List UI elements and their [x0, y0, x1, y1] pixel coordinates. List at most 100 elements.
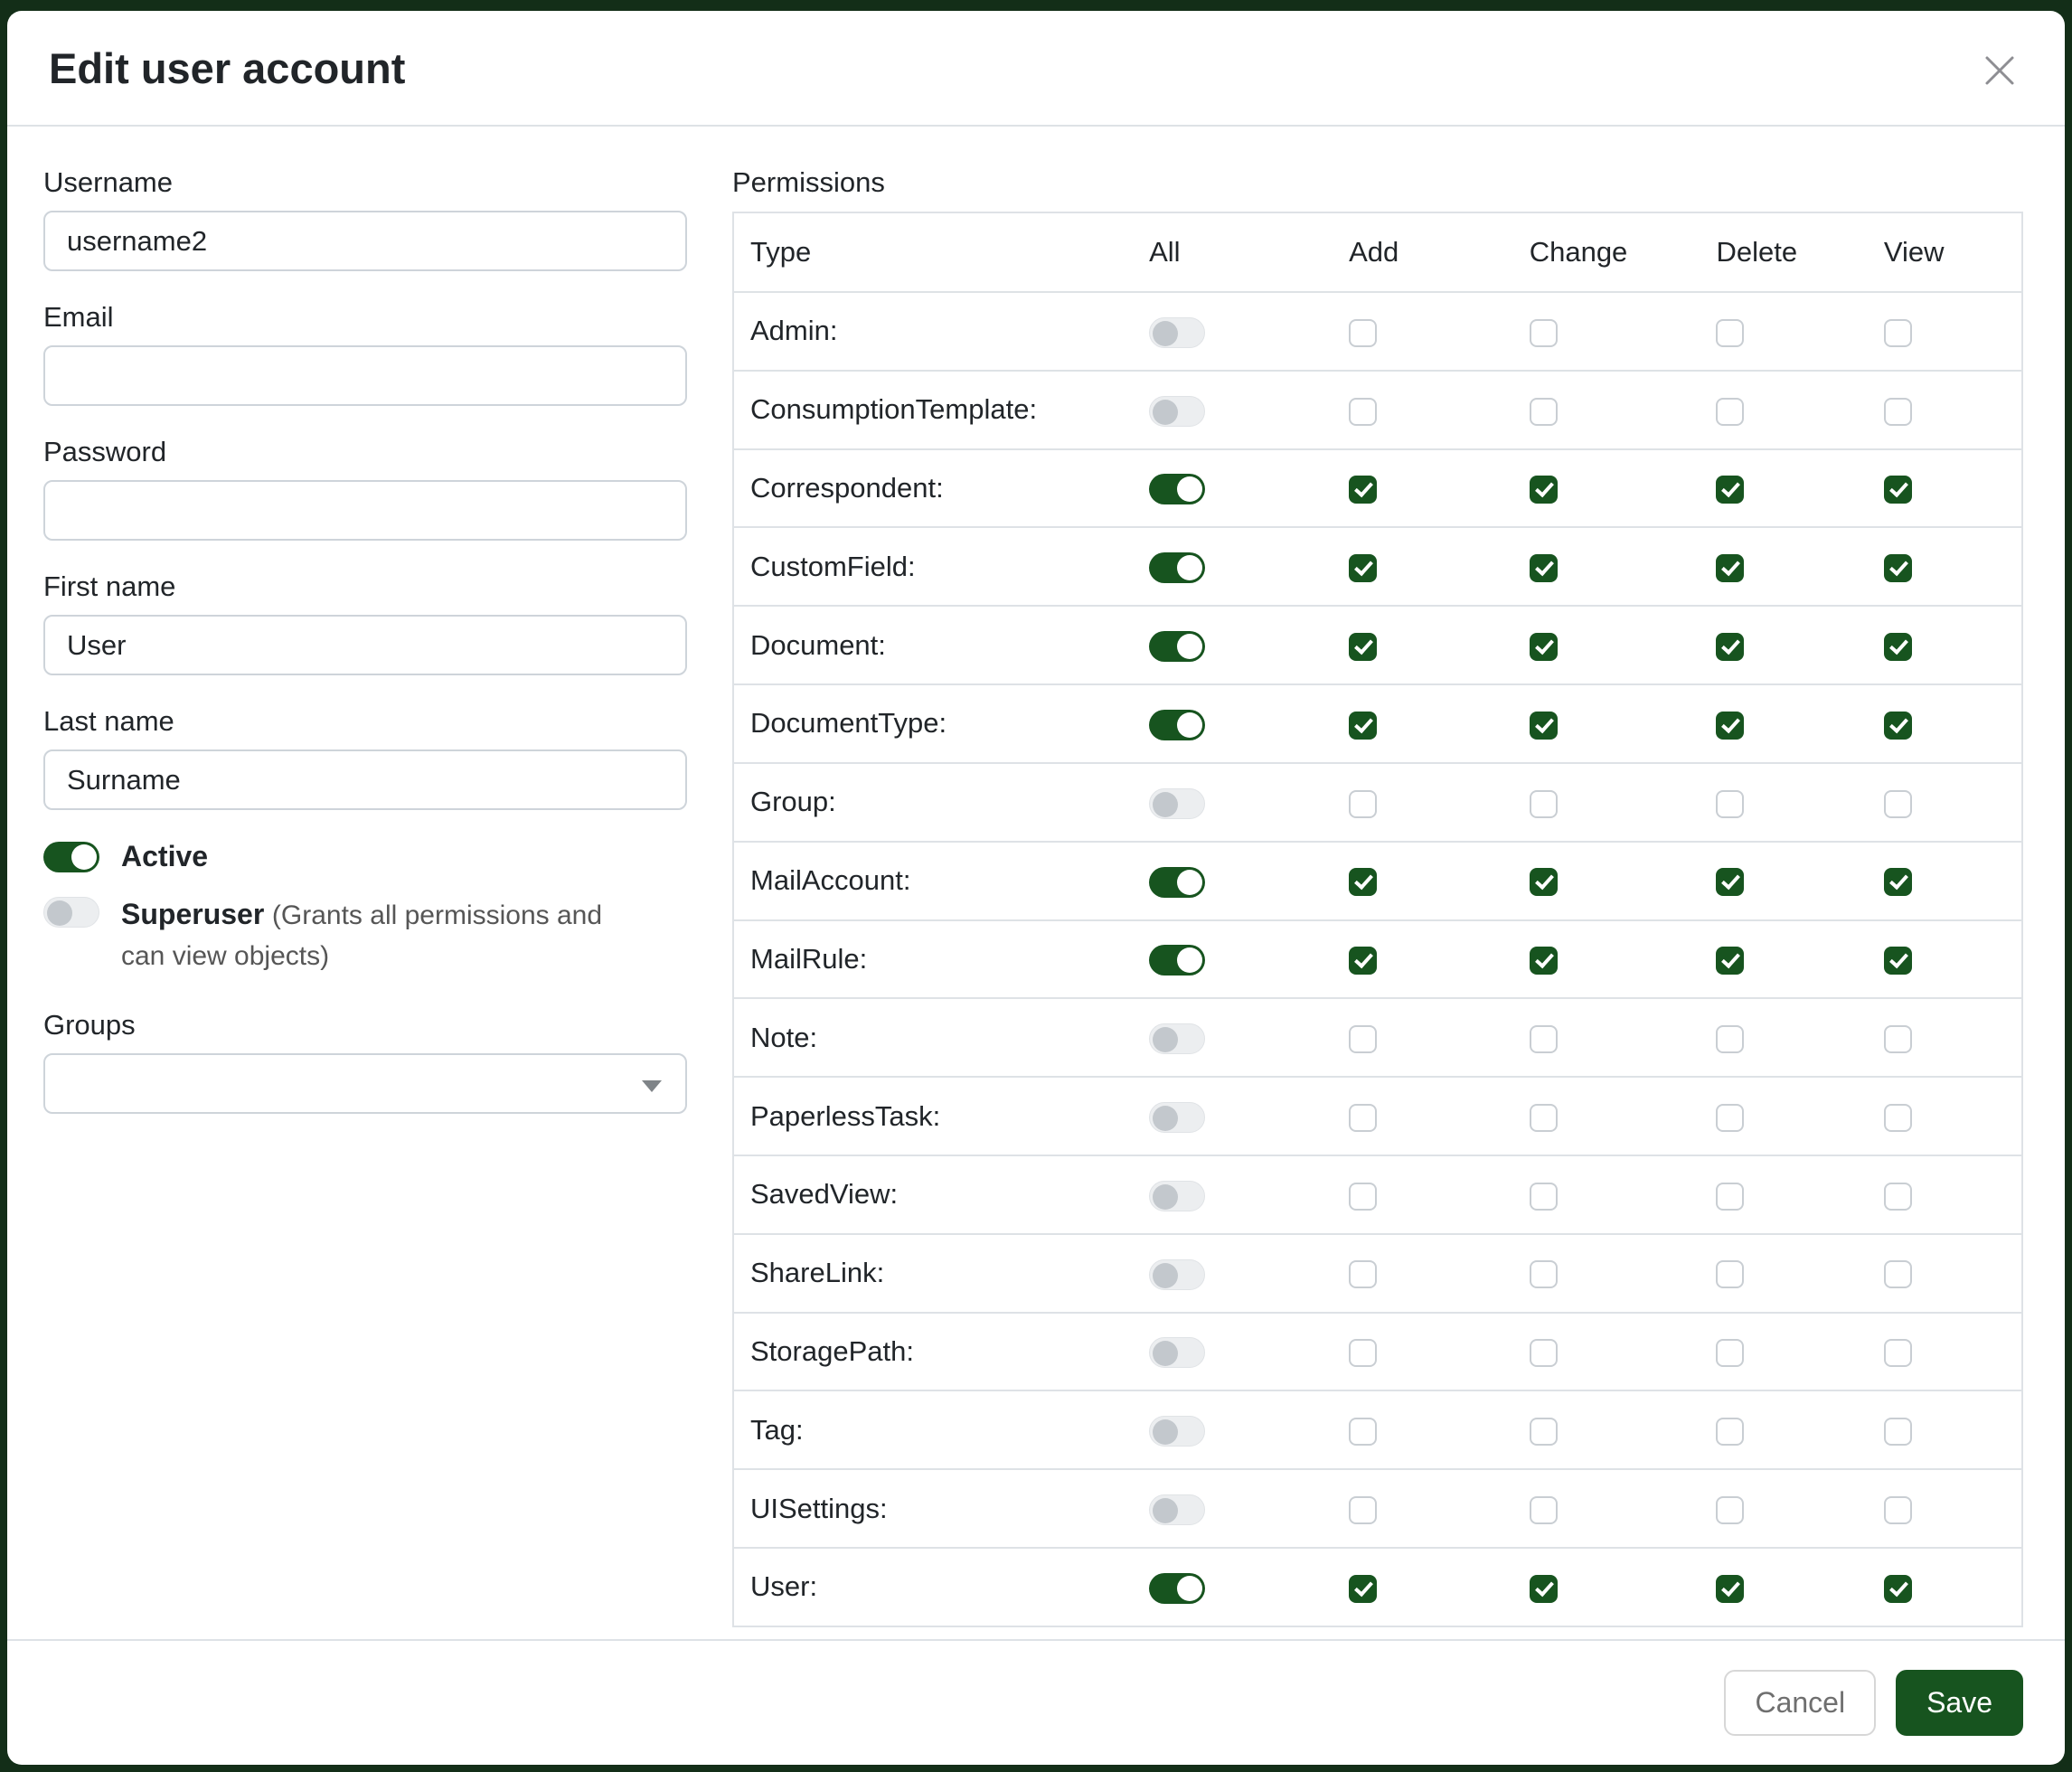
permission-delete-checkbox[interactable] — [1716, 1496, 1744, 1524]
permission-all-toggle[interactable] — [1149, 631, 1205, 662]
permission-add-checkbox[interactable] — [1349, 633, 1377, 661]
permission-add-checkbox[interactable] — [1349, 947, 1377, 975]
permission-change-checkbox[interactable] — [1530, 1260, 1558, 1288]
permission-add-checkbox[interactable] — [1349, 1418, 1377, 1446]
permission-add-checkbox[interactable] — [1349, 1025, 1377, 1053]
permission-all-toggle[interactable] — [1149, 945, 1205, 976]
permission-add-checkbox[interactable] — [1349, 1339, 1377, 1367]
permission-all-toggle[interactable] — [1149, 710, 1205, 740]
permission-add-checkbox[interactable] — [1349, 554, 1377, 582]
close-button[interactable] — [1976, 47, 2023, 94]
permission-add-checkbox[interactable] — [1349, 790, 1377, 818]
email-input[interactable] — [43, 345, 687, 406]
permission-change-checkbox[interactable] — [1530, 947, 1558, 975]
permission-all-toggle[interactable] — [1149, 788, 1205, 819]
groups-select[interactable] — [43, 1053, 687, 1114]
permission-all-toggle[interactable] — [1149, 396, 1205, 427]
permission-delete-checkbox[interactable] — [1716, 790, 1744, 818]
permission-delete-checkbox[interactable] — [1716, 1339, 1744, 1367]
permission-view-checkbox[interactable] — [1884, 1260, 1912, 1288]
permission-all-toggle[interactable] — [1149, 1102, 1205, 1133]
permission-delete-checkbox[interactable] — [1716, 476, 1744, 504]
permission-delete-checkbox[interactable] — [1716, 1104, 1744, 1132]
permission-add-checkbox[interactable] — [1349, 319, 1377, 347]
permission-view-checkbox[interactable] — [1884, 947, 1912, 975]
permission-view-checkbox[interactable] — [1884, 1339, 1912, 1367]
permission-delete-checkbox[interactable] — [1716, 1418, 1744, 1446]
cancel-button[interactable]: Cancel — [1724, 1670, 1876, 1736]
permission-view-checkbox[interactable] — [1884, 633, 1912, 661]
permission-view-checkbox[interactable] — [1884, 1025, 1912, 1053]
permission-all-toggle[interactable] — [1149, 317, 1205, 348]
permission-add-checkbox[interactable] — [1349, 1104, 1377, 1132]
permission-change-checkbox[interactable] — [1530, 319, 1558, 347]
permission-change-checkbox[interactable] — [1530, 554, 1558, 582]
permission-change-checkbox[interactable] — [1530, 1183, 1558, 1211]
password-input[interactable] — [43, 480, 687, 541]
permission-all-toggle[interactable] — [1149, 1259, 1205, 1290]
permission-delete-checkbox[interactable] — [1716, 712, 1744, 740]
username-input[interactable] — [43, 211, 687, 271]
permission-all-toggle[interactable] — [1149, 1573, 1205, 1604]
permission-delete-checkbox[interactable] — [1716, 633, 1744, 661]
permission-all-toggle[interactable] — [1149, 1181, 1205, 1211]
permission-add-checkbox[interactable] — [1349, 1183, 1377, 1211]
permission-delete-checkbox[interactable] — [1716, 554, 1744, 582]
permission-view-checkbox[interactable] — [1884, 476, 1912, 504]
permission-change-checkbox[interactable] — [1530, 1025, 1558, 1053]
permission-add-checkbox[interactable] — [1349, 398, 1377, 426]
permission-view-checkbox[interactable] — [1884, 554, 1912, 582]
superuser-toggle[interactable] — [43, 897, 99, 928]
permission-change-checkbox[interactable] — [1530, 1104, 1558, 1132]
last-name-input[interactable] — [43, 749, 687, 810]
permission-view-checkbox[interactable] — [1884, 790, 1912, 818]
permission-view-checkbox[interactable] — [1884, 319, 1912, 347]
permission-all-toggle[interactable] — [1149, 1337, 1205, 1368]
permission-all-toggle[interactable] — [1149, 474, 1205, 504]
permission-all-toggle[interactable] — [1149, 1494, 1205, 1525]
permission-view-checkbox[interactable] — [1884, 1418, 1912, 1446]
permission-view-checkbox[interactable] — [1884, 712, 1912, 740]
permission-change-checkbox[interactable] — [1530, 1575, 1558, 1603]
permission-add-checkbox[interactable] — [1349, 1496, 1377, 1524]
permission-all-toggle[interactable] — [1149, 1023, 1205, 1054]
permission-view-checkbox[interactable] — [1884, 1183, 1912, 1211]
permission-type-label: StoragePath: — [733, 1313, 1133, 1391]
permission-change-checkbox[interactable] — [1530, 1418, 1558, 1446]
permission-delete-checkbox[interactable] — [1716, 1260, 1744, 1288]
permission-delete-checkbox[interactable] — [1716, 868, 1744, 896]
permission-change-checkbox[interactable] — [1530, 633, 1558, 661]
permission-add-checkbox[interactable] — [1349, 1575, 1377, 1603]
permission-delete-checkbox[interactable] — [1716, 947, 1744, 975]
column-header-change: Change — [1513, 212, 1700, 292]
save-button[interactable]: Save — [1896, 1670, 2023, 1736]
permission-delete-checkbox[interactable] — [1716, 1575, 1744, 1603]
permission-delete-checkbox[interactable] — [1716, 1183, 1744, 1211]
permission-view-checkbox[interactable] — [1884, 398, 1912, 426]
permission-view-checkbox[interactable] — [1884, 868, 1912, 896]
permission-add-checkbox[interactable] — [1349, 868, 1377, 896]
first-name-input[interactable] — [43, 615, 687, 675]
permission-change-checkbox[interactable] — [1530, 1339, 1558, 1367]
permission-view-checkbox[interactable] — [1884, 1104, 1912, 1132]
permission-add-checkbox[interactable] — [1349, 712, 1377, 740]
permission-view-checkbox[interactable] — [1884, 1575, 1912, 1603]
permission-all-toggle[interactable] — [1149, 552, 1205, 583]
permission-change-checkbox[interactable] — [1530, 712, 1558, 740]
permission-type-label: ConsumptionTemplate: — [733, 371, 1133, 449]
permission-delete-checkbox[interactable] — [1716, 319, 1744, 347]
permission-view-checkbox[interactable] — [1884, 1496, 1912, 1524]
permission-all-toggle[interactable] — [1149, 1416, 1205, 1447]
permission-change-checkbox[interactable] — [1530, 476, 1558, 504]
permission-change-checkbox[interactable] — [1530, 398, 1558, 426]
permission-change-checkbox[interactable] — [1530, 790, 1558, 818]
permission-add-checkbox[interactable] — [1349, 476, 1377, 504]
permission-delete-checkbox[interactable] — [1716, 1025, 1744, 1053]
permission-delete-checkbox[interactable] — [1716, 398, 1744, 426]
permission-row: UISettings: — [733, 1469, 2022, 1548]
permission-add-checkbox[interactable] — [1349, 1260, 1377, 1288]
permission-all-toggle[interactable] — [1149, 867, 1205, 898]
active-toggle[interactable] — [43, 842, 99, 872]
permission-change-checkbox[interactable] — [1530, 868, 1558, 896]
permission-change-checkbox[interactable] — [1530, 1496, 1558, 1524]
